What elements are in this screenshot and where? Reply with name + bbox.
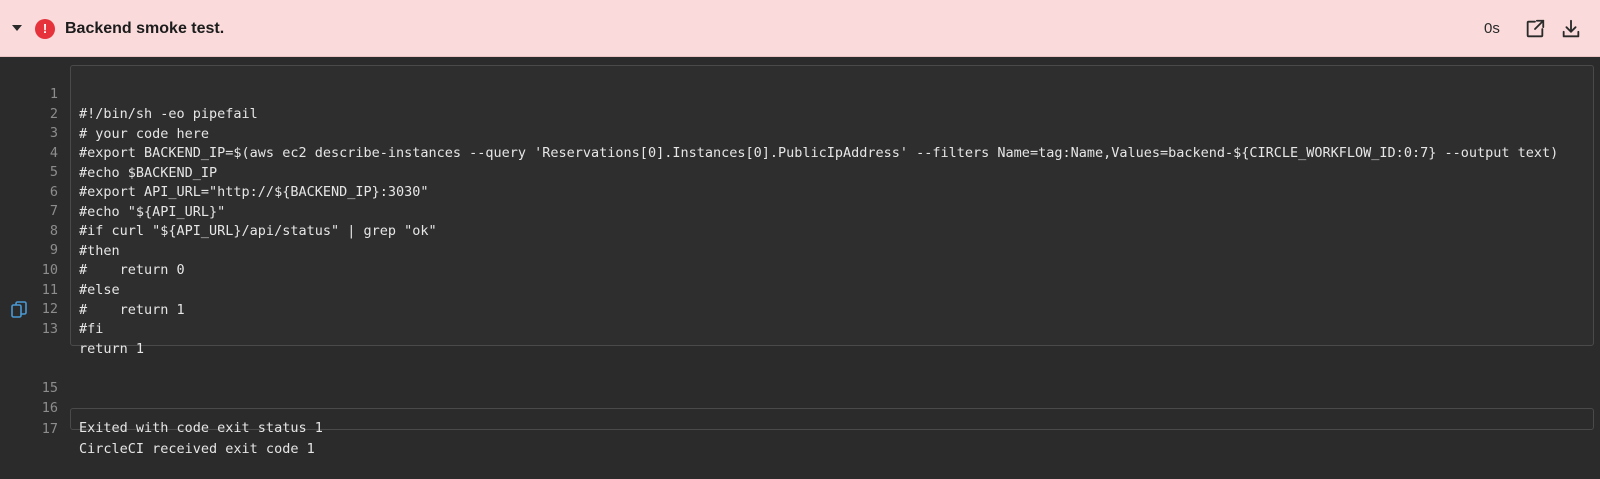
log-line: 3 #export BACKEND_IP=$(aws ec2 describe-… — [0, 103, 1600, 161]
log-line: 11 # return 1 — [0, 260, 1600, 318]
log-line: 15 — [0, 358, 1600, 396]
log-line: 1 #!/bin/sh -eo pipefail — [0, 64, 1600, 122]
error-icon: ! — [35, 19, 55, 39]
log-line: 16 Exited with code exit status 1 — [0, 378, 1600, 436]
line-text: #fi — [79, 321, 104, 337]
log-line: 9 # return 0 — [0, 220, 1600, 278]
log-line: 17 CircleCI received exit code 1 — [0, 399, 1600, 457]
log-output: 1 #!/bin/sh -eo pipefail 2 # your code h… — [0, 57, 1600, 457]
download-icon[interactable] — [1560, 18, 1582, 40]
line-text: Exited with code exit status 1 — [79, 420, 323, 436]
open-external-icon[interactable] — [1524, 18, 1546, 40]
log-line: 12 #fi — [0, 279, 1600, 337]
log-line: 8 #then — [0, 201, 1600, 259]
caret-down-icon[interactable] — [12, 25, 22, 31]
log-line: 2 # your code here — [0, 84, 1600, 142]
step-title: Backend smoke test. — [65, 20, 225, 37]
log-line: 6 #echo "${API_URL}" — [0, 162, 1600, 220]
log-line: 5 #export API_URL="http://${BACKEND_IP}:… — [0, 142, 1600, 200]
log-line: 7 #if curl "${API_URL}/api/status" | gre… — [0, 181, 1600, 239]
line-text: return 1 — [79, 341, 145, 357]
line-number: 17 — [41, 421, 58, 437]
step-duration: 0s — [1484, 20, 1500, 37]
log-line: 13 return 1 — [0, 299, 1600, 357]
line-text: CircleCI received exit code 1 — [79, 441, 315, 457]
line-number: 13 — [41, 321, 58, 337]
step-header[interactable]: ! Backend smoke test. 0s — [0, 0, 1600, 57]
log-line: 10 #else — [0, 240, 1600, 298]
log-line: 4 #echo $BACKEND_IP — [0, 123, 1600, 181]
